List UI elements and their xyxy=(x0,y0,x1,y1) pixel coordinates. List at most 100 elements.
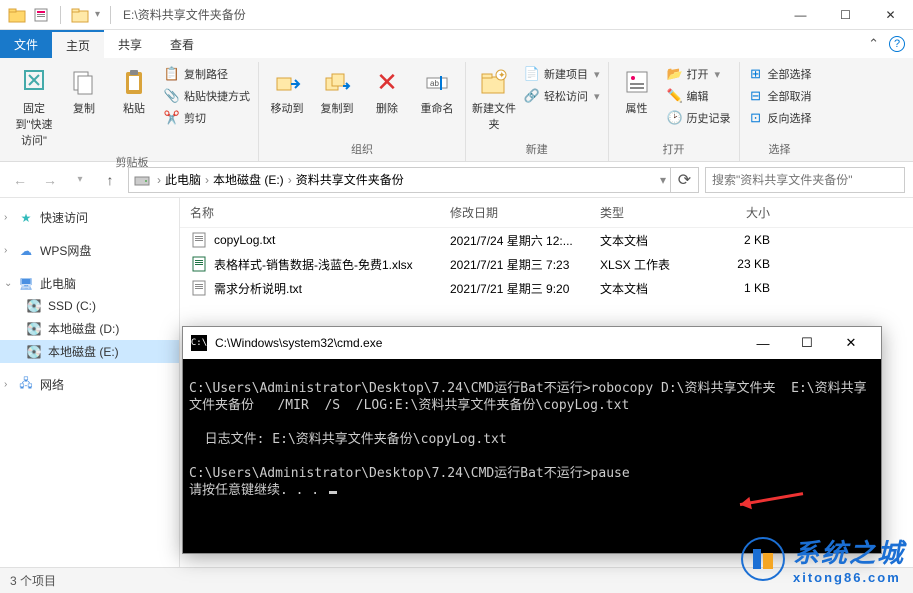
chevron-right-icon[interactable]: › xyxy=(4,212,16,223)
select-none-icon: ⊟ xyxy=(748,88,764,104)
file-date: 2021/7/21 星期三 9:20 xyxy=(450,280,600,297)
cmd-close-button[interactable]: ✕ xyxy=(829,327,873,359)
file-type: 文本文档 xyxy=(600,280,710,297)
open-icon: 📂 xyxy=(667,66,683,82)
chevron-right-icon[interactable]: › xyxy=(4,245,16,256)
new-item-button[interactable]: 📄新建项目▾ xyxy=(520,64,604,84)
chevron-right-icon[interactable]: › xyxy=(4,379,16,390)
sidebar-network[interactable]: ›🖧网络 xyxy=(0,373,179,396)
sidebar-drive-e[interactable]: 💽本地磁盘 (E:) xyxy=(0,340,179,363)
tab-file[interactable]: 文件 xyxy=(0,30,52,58)
nav-up-button[interactable]: ↑ xyxy=(98,168,122,192)
chevron-down-icon[interactable]: ⌄ xyxy=(4,278,16,289)
copy-to-button[interactable]: 复制到 xyxy=(313,62,361,120)
search-input[interactable] xyxy=(705,167,905,193)
cmd-output[interactable]: C:\Users\Administrator\Desktop\7.24\CMD运… xyxy=(183,359,881,553)
pc-icon: 🖥 xyxy=(18,276,34,292)
ribbon-collapse-icon[interactable]: ⌃ xyxy=(868,36,879,52)
folder-qat-icon[interactable] xyxy=(71,6,89,24)
new-folder-button[interactable]: ✦ 新建文件夹 xyxy=(470,62,518,136)
file-name: copyLog.txt xyxy=(214,233,275,247)
refresh-button[interactable]: ⟳ xyxy=(671,167,699,193)
file-size: 23 KB xyxy=(710,257,770,271)
move-to-button[interactable]: 移动到 xyxy=(263,62,311,120)
edit-button[interactable]: ✏️编辑 xyxy=(663,86,735,106)
sidebar-thispc[interactable]: ⌄🖥此电脑 xyxy=(0,272,179,295)
properties-icon xyxy=(621,66,653,98)
file-date: 2021/7/24 星期六 12:... xyxy=(450,232,600,249)
sidebar-drive-d[interactable]: 💽本地磁盘 (D:) xyxy=(0,317,179,340)
select-none-button[interactable]: ⊟全部取消 xyxy=(744,86,816,106)
copy-path-button[interactable]: 📋复制路径 xyxy=(160,64,254,84)
cmd-icon: C:\ xyxy=(191,335,207,351)
cmd-minimize-button[interactable]: — xyxy=(741,327,785,359)
nav-recent-button[interactable]: ▾ xyxy=(68,168,92,192)
network-icon: 🖧 xyxy=(18,377,34,393)
select-all-icon: ⊞ xyxy=(748,66,764,82)
rename-icon: ab xyxy=(421,66,453,98)
col-size[interactable]: 大小 xyxy=(710,204,770,221)
nav-back-button[interactable]: ← xyxy=(8,168,32,192)
easy-access-icon: 🔗 xyxy=(524,88,540,104)
drive-icon: 💽 xyxy=(26,344,42,360)
nav-sidebar: ›★快速访问 ›☁WPS网盘 ⌄🖥此电脑 💽SSD (C:) 💽本地磁盘 (D:… xyxy=(0,198,180,567)
properties-qat-icon[interactable] xyxy=(32,6,50,24)
col-type[interactable]: 类型 xyxy=(600,204,710,221)
pin-icon xyxy=(18,66,50,98)
cmd-maximize-button[interactable]: ☐ xyxy=(785,327,829,359)
easy-access-button[interactable]: 🔗轻松访问▾ xyxy=(520,86,604,106)
tab-share[interactable]: 共享 xyxy=(104,30,156,58)
cmd-titlebar[interactable]: C:\ C:\Windows\system32\cmd.exe — ☐ ✕ xyxy=(183,327,881,359)
properties-button[interactable]: 属性 xyxy=(613,62,661,120)
address-dropdown-icon[interactable]: ▾ xyxy=(660,173,666,187)
breadcrumb-drive[interactable]: 本地磁盘 (E:)› xyxy=(213,171,296,188)
qat-dropdown-icon[interactable]: ▾ xyxy=(95,9,100,20)
tab-home[interactable]: 主页 xyxy=(52,30,104,58)
paste-shortcut-button[interactable]: 📎粘贴快捷方式 xyxy=(160,86,254,106)
group-select-label: 选择 xyxy=(769,139,791,161)
file-name: 表格样式-销售数据-浅蓝色-免费1.xlsx xyxy=(214,256,413,273)
copy-icon xyxy=(68,66,100,98)
cloud-icon: ☁ xyxy=(18,243,34,259)
col-date[interactable]: 修改日期 xyxy=(450,204,600,221)
tab-view[interactable]: 查看 xyxy=(156,30,208,58)
delete-button[interactable]: ✕ 删除 xyxy=(363,62,411,120)
address-bar[interactable]: › 此电脑› 本地磁盘 (E:)› 资料共享文件夹备份 ▾ xyxy=(128,167,671,193)
column-headers[interactable]: 名称 修改日期 类型 大小 xyxy=(180,198,913,228)
history-button[interactable]: 🕑历史记录 xyxy=(663,108,735,128)
breadcrumb-thispc[interactable]: 此电脑› xyxy=(165,171,213,188)
group-open-label: 打开 xyxy=(663,139,685,161)
watermark-logo-icon xyxy=(741,537,785,581)
chevron-right-icon[interactable]: › xyxy=(157,173,161,187)
minimize-button[interactable]: — xyxy=(778,0,823,30)
pin-quick-access-button[interactable]: 固定到"快速访问" xyxy=(10,62,58,152)
sidebar-quick-access[interactable]: ›★快速访问 xyxy=(0,206,179,229)
nav-forward-button[interactable]: → xyxy=(38,168,62,192)
open-button[interactable]: 📂打开▾ xyxy=(663,64,735,84)
select-all-button[interactable]: ⊞全部选择 xyxy=(744,64,816,84)
breadcrumb-folder[interactable]: 资料共享文件夹备份 xyxy=(296,171,404,188)
copy-button[interactable]: 复制 xyxy=(60,62,108,120)
sidebar-wps[interactable]: ›☁WPS网盘 xyxy=(0,239,179,262)
sidebar-ssd-c[interactable]: 💽SSD (C:) xyxy=(0,295,179,317)
file-row[interactable]: 需求分析说明.txt2021/7/21 星期三 9:20文本文档1 KB xyxy=(180,276,913,300)
delete-icon: ✕ xyxy=(371,66,403,98)
help-icon[interactable]: ? xyxy=(889,36,905,52)
close-button[interactable]: ✕ xyxy=(868,0,913,30)
file-row[interactable]: copyLog.txt2021/7/24 星期六 12:...文本文档2 KB xyxy=(180,228,913,252)
cut-button[interactable]: ✂️剪切 xyxy=(160,108,254,128)
drive-icon: 💽 xyxy=(26,321,42,337)
file-size: 2 KB xyxy=(710,233,770,247)
file-icon xyxy=(190,279,208,297)
address-row: ← → ▾ ↑ › 此电脑› 本地磁盘 (E:)› 资料共享文件夹备份 ▾ ⟳ xyxy=(0,162,913,198)
maximize-button[interactable]: ☐ xyxy=(823,0,868,30)
copy-to-icon xyxy=(321,66,353,98)
invert-selection-button[interactable]: ⊡反向选择 xyxy=(744,108,816,128)
col-name[interactable]: 名称 xyxy=(190,204,450,221)
file-row[interactable]: 表格样式-销售数据-浅蓝色-免费1.xlsx2021/7/21 星期三 7:23… xyxy=(180,252,913,276)
svg-text:✦: ✦ xyxy=(498,70,506,80)
paste-button[interactable]: 粘贴 xyxy=(110,62,158,120)
group-organize-label: 组织 xyxy=(351,139,373,161)
folder-icon xyxy=(8,6,26,24)
rename-button[interactable]: ab 重命名 xyxy=(413,62,461,120)
